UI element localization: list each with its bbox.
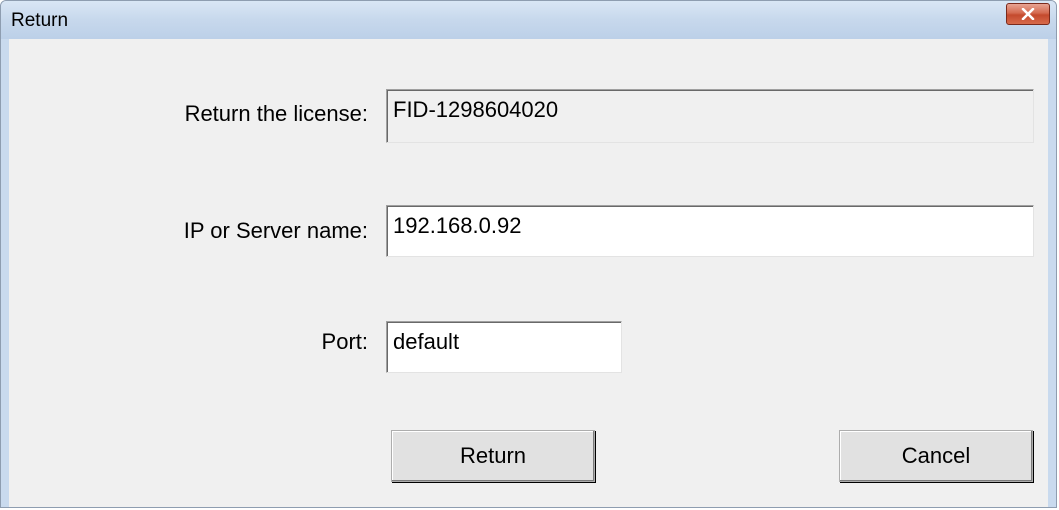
return-button[interactable]: Return xyxy=(391,430,595,482)
server-label: IP or Server name: xyxy=(183,218,368,243)
port-label: Port: xyxy=(321,329,368,354)
port-input[interactable]: default xyxy=(386,321,622,373)
license-label: Return the license: xyxy=(184,101,368,126)
cancel-button[interactable]: Cancel xyxy=(839,430,1033,482)
title-bar[interactable]: Return xyxy=(1,1,1056,39)
window-title: Return xyxy=(11,10,69,31)
return-dialog: Return Return the license: FID-129860402… xyxy=(0,0,1057,508)
server-name-input[interactable]: 192.168.0.92 xyxy=(386,205,1034,257)
close-x-icon xyxy=(1021,8,1035,20)
license-field: FID-1298604020 xyxy=(386,89,1034,143)
dialog-body: Return the license: FID-1298604020 IP or… xyxy=(9,39,1048,507)
close-button[interactable] xyxy=(1006,3,1050,25)
